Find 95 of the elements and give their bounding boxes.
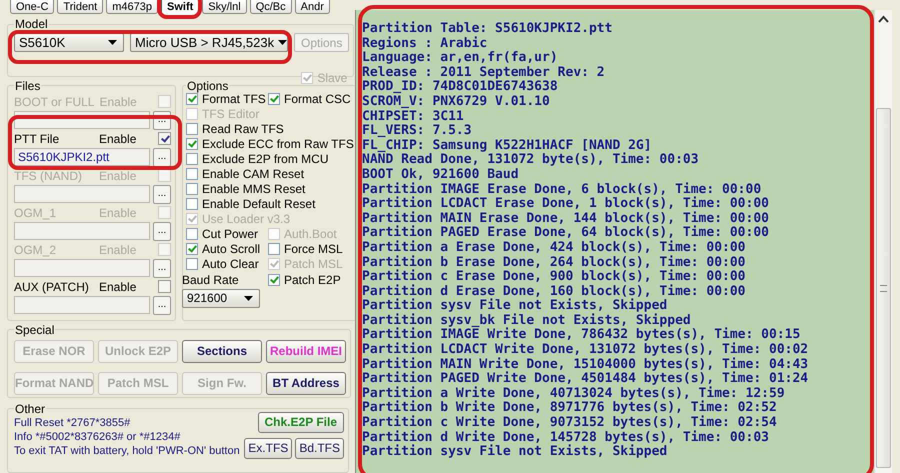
log-line: Partition Table: S5610KJPKI2.ptt [362,22,612,36]
info-text: Info *#5002*8376263# or *#1234# [14,430,182,444]
group-label: Options [186,78,230,93]
tfs-button[interactable]: Bd.TFS [295,438,344,459]
log-line: Partition MAIN Write Done, 15104000 bytes(s), Time: 04:43 [362,358,808,372]
group-label: Other [14,402,46,416]
file-label: TFS (NAND) [14,168,83,183]
file-label: BOOT or FULL [14,94,94,109]
caret-icon [244,296,253,301]
log-line: Partition b Write Done, 8971776 bytes(s), Time: 02:52 [362,401,777,416]
info-text: To exit TAT with battery, hold 'PWR-ON' button [14,444,240,458]
log-line: Partition PAGED Erase Done, 64 block(s), Time: 00:00 [362,226,769,240]
check-file-button[interactable]: Chk.E2P File [258,412,344,433]
log-line: Partition d Write Done, 145728 bytes(s), Time: 00:03 [362,430,769,445]
log-line: Partition sysv File not Exists, Skipped [362,299,668,314]
log-line: NAND Read Done, 131072 byte(s), Time: 00:03 [362,153,699,168]
enable-label: Enable [99,280,138,294]
file-path-field[interactable] [14,259,150,278]
log-line: Language: ar,en,fr(fa,ur) [362,51,558,66]
tab[interactable]: Andr [294,0,330,14]
file-path-field[interactable] [14,185,150,204]
caret-icon [278,40,288,45]
checkbox[interactable]: Patch E2P [268,272,341,287]
scrollbar[interactable] [874,10,892,473]
log-line: Partition b Erase Done, 264 block(s), Time: 00:00 [362,256,746,270]
file-path-field[interactable]: S5610KJPKI2.ptt [14,148,150,166]
log-line: Partition MAIN Erase Done, 144 block(s), Time: 00:00 [362,212,769,226]
checkbox[interactable]: Enable Default Reset [186,197,316,212]
log-line: Partition c Erase Done, 900 block(s), Time: 00:00 [362,270,746,284]
log-line: Partition a Erase Done, 424 block(s), Time: 00:00 [362,240,746,255]
log-line: CHIPSET: 3C11 [362,110,464,124]
checkbox[interactable]: Exclude ECC from Raw TFS [186,137,354,152]
log-line: FL_VERS: 7.5.3 [362,124,472,139]
tab[interactable]: m4673p [106,0,158,14]
checkbox[interactable]: Force MSL [268,242,343,256]
tab[interactable]: Trident [57,0,104,14]
group-label: Special [14,322,56,337]
checkbox[interactable] [158,280,171,294]
checkbox[interactable]: Cut Power [186,227,258,242]
file-label: PTT File [14,132,60,146]
file-path-field[interactable] [14,222,150,240]
checkbox[interactable]: Exclude E2P from MCU [186,152,328,166]
info-text: Full Reset *2767*3855# [14,416,132,430]
tab[interactable]: One-C [10,0,54,14]
checkbox[interactable]: Format TFS [186,92,266,106]
baud-rate-dropdown[interactable]: 921600 [182,288,260,308]
log-line: Partition sysv File not Exists, Skipped [362,445,668,460]
group-label: Files [14,78,42,93]
file-label: OGM_2 [14,242,58,257]
enable-label: Enable [99,94,138,109]
tfs-button[interactable]: Ex.TFS [244,438,292,459]
checkbox[interactable]: Format CSC [268,92,351,106]
enable-label: Enable [99,132,138,146]
file-path-field[interactable] [14,296,150,314]
log-line: Partition LCDACT Erase Done, 1 block(s), Time: 00:00 [362,197,769,212]
browse-button[interactable]: ... [153,296,171,315]
log-line: Regions : Arabic [362,36,488,51]
baud-rate-label: Baud Rate [182,272,240,287]
caret-icon [108,40,117,45]
checkbox[interactable]: Auto Clear [186,257,259,272]
file-label: OGM_1 [14,206,58,220]
log-line: Partition IMAGE Erase Done, 6 block(s), Time: 00:00 [362,182,762,197]
log-line: Partition sysv_bk File not Exists, Skipped [362,314,691,328]
log-line: Partition a Write Done, 40713024 bytes(s), Time: 12:59 [362,386,785,401]
enable-label: Enable [99,242,138,257]
action-button[interactable]: Sections [182,340,262,363]
checkbox[interactable]: Auto Scroll [186,242,260,256]
checkbox[interactable]: Enable MMS Reset [186,182,306,196]
tab[interactable]: Qc/Bc [250,0,292,14]
tab[interactable]: Sky/lnl [202,0,247,14]
scrollbar-thumb[interactable] [876,108,891,468]
log-line: BOOT Ok, 921600 Baud [362,168,519,182]
log-line: Partition c Write Done, 9073152 bytes(s), Time: 02:54 [362,416,777,430]
annotation-ring [157,0,202,19]
enable-label: Enable [99,206,138,220]
browse-button[interactable]: ... [153,148,171,167]
log-line: Partition PAGED Write Done, 4501484 bytes(s), Time: 01:24 [362,372,808,386]
log-line: FL_CHIP: Samsung K522H1HACF [NAND 2G] [362,138,652,153]
checkbox[interactable]: Read Raw TFS [186,122,284,136]
checkbox[interactable]: Enable CAM Reset [186,167,304,182]
log-line: PROD_ID: 74D8C01DE6743638 [362,80,558,95]
log-line: SCROM_V: PNX6729 V.01.10 [362,94,550,110]
file-label: AUX (PATCH) [14,280,90,294]
log-line: Partition LCDACT Write Done, 131072 bytes(s), Time: 00:02 [362,343,808,358]
checkbox[interactable] [158,132,171,146]
cable-dropdown[interactable]: Micro USB > RJ45,523k [130,33,288,52]
action-button[interactable]: BT Address [266,372,346,395]
log-line: Release : 2011 September Rev: 2 [362,66,605,80]
log-line: Partition d Erase Done, 160 block(s), Time: 00:00 [362,284,746,299]
tab[interactable]: Swift [161,0,200,16]
arrow-up-icon[interactable] [878,15,889,23]
enable-label: Enable [99,168,138,183]
group-label: Model [14,17,49,31]
log-line: Partition IMAGE Write Done, 786432 bytes(s), Time: 00:15 [362,328,800,342]
model-dropdown[interactable]: S5610K [14,33,124,52]
